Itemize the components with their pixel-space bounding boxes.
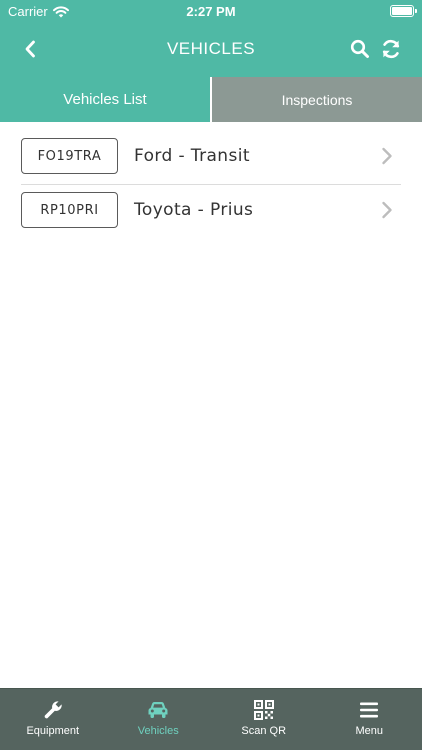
nav-label: Menu bbox=[355, 725, 384, 737]
nav-menu[interactable]: Menu bbox=[317, 689, 422, 750]
chevron-right-icon bbox=[382, 201, 392, 219]
search-icon bbox=[350, 39, 369, 58]
hamburger-menu-icon bbox=[360, 702, 379, 718]
navigation-bar: VEHICLES bbox=[0, 22, 422, 77]
vehicle-row[interactable]: FO19TRA Ford - Transit bbox=[0, 130, 422, 184]
registration-plate: FO19TRA bbox=[21, 138, 118, 174]
vehicle-name: Toyota - Prius bbox=[134, 200, 254, 220]
chevron-right-icon bbox=[382, 147, 392, 165]
nav-equipment[interactable]: Equipment bbox=[0, 689, 106, 750]
vehicle-list: FO19TRA Ford - Transit RP10PRI Toyota - … bbox=[0, 130, 422, 238]
refresh-button[interactable] bbox=[378, 37, 404, 61]
clock: 2:27 PM bbox=[186, 4, 236, 19]
vehicle-name: Ford - Transit bbox=[134, 146, 250, 166]
nav-vehicles[interactable]: Vehicles bbox=[106, 689, 212, 750]
nav-scan-qr[interactable]: Scan QR bbox=[211, 689, 317, 750]
tab-vehicles-list[interactable]: Vehicles List bbox=[0, 77, 210, 122]
status-bar: Carrier 2:27 PM bbox=[0, 0, 422, 22]
bottom-tab-bar: Equipment Vehicles Scan QR Menu bbox=[0, 688, 422, 750]
qr-code-icon bbox=[253, 700, 274, 720]
nav-label: Scan QR bbox=[241, 725, 287, 737]
registration-plate: RP10PRI bbox=[21, 192, 118, 228]
refresh-icon bbox=[382, 39, 400, 59]
top-bar: Carrier 2:27 PM VEHICLES bbox=[0, 0, 422, 77]
tab-inspections[interactable]: Inspections bbox=[210, 77, 422, 122]
search-button[interactable] bbox=[348, 37, 372, 61]
tab-label: Inspections bbox=[281, 91, 353, 108]
vehicle-row[interactable]: RP10PRI Toyota - Prius bbox=[0, 184, 422, 238]
wrench-icon bbox=[44, 701, 62, 719]
nav-label: Equipment bbox=[26, 725, 80, 737]
car-icon bbox=[148, 702, 168, 718]
battery-icon bbox=[390, 5, 417, 17]
tab-label: Vehicles List bbox=[63, 91, 147, 108]
nav-label: Vehicles bbox=[137, 725, 179, 737]
segmented-tabs: Vehicles List Inspections bbox=[0, 77, 422, 122]
